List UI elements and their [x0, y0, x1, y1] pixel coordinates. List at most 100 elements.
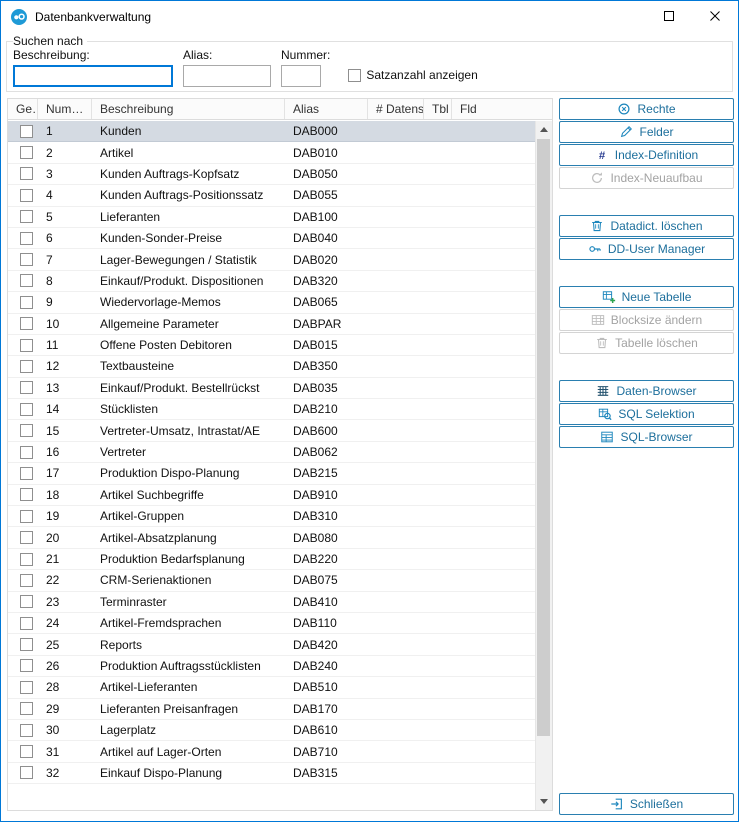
index-definition-icon: #: [595, 148, 609, 162]
table-row[interactable]: 17Produktion Dispo-PlanungDAB215: [8, 463, 535, 484]
vertical-scrollbar[interactable]: [535, 121, 552, 810]
scroll-down-button[interactable]: [536, 793, 552, 810]
column-header-nummer[interactable]: Num…: [38, 99, 92, 119]
row-checkbox[interactable]: [20, 574, 33, 587]
row-checkbox[interactable]: [20, 360, 33, 373]
table-row[interactable]: 1KundenDAB000: [8, 121, 535, 142]
column-header-datensaetze[interactable]: # Datensä…: [368, 99, 424, 119]
table-row[interactable]: 18Artikel SuchbegriffeDAB910: [8, 485, 535, 506]
dd-user-manager-button[interactable]: DD-User Manager: [559, 238, 734, 260]
row-checkbox[interactable]: [20, 403, 33, 416]
table-row[interactable]: 26Produktion AuftragsstücklistenDAB240: [8, 656, 535, 677]
row-checkbox[interactable]: [20, 339, 33, 352]
row-checkbox[interactable]: [20, 296, 33, 309]
row-checkbox[interactable]: [20, 681, 33, 694]
row-checkbox[interactable]: [20, 274, 33, 287]
table-cell: DAB062: [285, 442, 368, 462]
table-row[interactable]: 8Einkauf/Produkt. DispositionenDAB320: [8, 271, 535, 292]
row-checkbox[interactable]: [20, 638, 33, 651]
table-row[interactable]: 5LieferantenDAB100: [8, 207, 535, 228]
close-window-button[interactable]: [692, 1, 738, 32]
row-checkbox[interactable]: [20, 702, 33, 715]
row-checkbox[interactable]: [20, 446, 33, 459]
table-row[interactable]: 14StücklistenDAB210: [8, 399, 535, 420]
beschreibung-input[interactable]: [13, 65, 173, 87]
button-label: Felder: [639, 125, 673, 139]
alias-input[interactable]: [183, 65, 271, 87]
row-checkbox[interactable]: [20, 189, 33, 202]
table-row[interactable]: 23TerminrasterDAB410: [8, 592, 535, 613]
schliessen-button[interactable]: Schließen: [559, 793, 734, 815]
table-row[interactable]: 24Artikel-FremdsprachenDAB110: [8, 613, 535, 634]
column-header-fld[interactable]: Fld: [452, 99, 552, 119]
table-row[interactable]: 9Wiedervorlage-MemosDAB065: [8, 292, 535, 313]
row-checkbox[interactable]: [20, 253, 33, 266]
column-header-tbl[interactable]: Tbl: [424, 99, 452, 119]
row-checkbox[interactable]: [20, 467, 33, 480]
table-row[interactable]: 28Artikel-LieferantenDAB510: [8, 677, 535, 698]
row-checkbox[interactable]: [20, 167, 33, 180]
table-cell: [8, 164, 38, 184]
column-header-alias[interactable]: Alias: [285, 99, 368, 119]
table-row[interactable]: 10Allgemeine ParameterDABPAR: [8, 314, 535, 335]
table-row[interactable]: 12TextbausteineDAB350: [8, 356, 535, 377]
row-checkbox[interactable]: [20, 724, 33, 737]
column-header-beschreibung[interactable]: Beschreibung: [92, 99, 285, 119]
row-checkbox[interactable]: [20, 553, 33, 566]
scroll-up-button[interactable]: [536, 121, 552, 138]
datadict-loeschen-button[interactable]: Datadict. löschen: [559, 215, 734, 237]
table-row[interactable]: 16VertreterDAB062: [8, 442, 535, 463]
table-cell: 2: [38, 142, 92, 162]
nummer-input[interactable]: [281, 65, 321, 87]
felder-button[interactable]: Felder: [559, 121, 734, 143]
row-checkbox[interactable]: [20, 595, 33, 608]
row-checkbox[interactable]: [20, 317, 33, 330]
table-row[interactable]: 20Artikel-AbsatzplanungDAB080: [8, 527, 535, 548]
row-checkbox[interactable]: [20, 745, 33, 758]
table-row[interactable]: 31Artikel auf Lager-OrtenDAB710: [8, 741, 535, 762]
table-row[interactable]: 4Kunden Auftrags-PositionssatzDAB055: [8, 185, 535, 206]
row-checkbox[interactable]: [20, 531, 33, 544]
row-checkbox[interactable]: [20, 617, 33, 630]
table-row[interactable]: 30LagerplatzDAB610: [8, 720, 535, 741]
row-checkbox[interactable]: [20, 510, 33, 523]
sql-browser-button[interactable]: SQL-Browser: [559, 426, 734, 448]
satzanzahl-checkbox[interactable]: [348, 69, 361, 82]
table-row[interactable]: 13Einkauf/Produkt. BestellrückstDAB035: [8, 378, 535, 399]
table-row[interactable]: 19Artikel-GruppenDAB310: [8, 506, 535, 527]
row-checkbox[interactable]: [20, 424, 33, 437]
rechte-button[interactable]: Rechte: [559, 98, 734, 120]
table-cell: [368, 378, 424, 398]
table-row[interactable]: 2ArtikelDAB010: [8, 142, 535, 163]
nummer-label: Nummer:: [281, 48, 330, 62]
row-checkbox[interactable]: [20, 232, 33, 245]
table-row[interactable]: 21Produktion BedarfsplanungDAB220: [8, 549, 535, 570]
row-checkbox[interactable]: [20, 146, 33, 159]
table-row[interactable]: 32Einkauf Dispo-PlanungDAB315: [8, 763, 535, 784]
row-checkbox[interactable]: [20, 659, 33, 672]
neue-tabelle-button[interactable]: Neue Tabelle: [559, 286, 734, 308]
sql-selektion-button[interactable]: SQL Selektion: [559, 403, 734, 425]
column-header-gewaehlt[interactable]: Ge…: [8, 99, 38, 119]
maximize-button[interactable]: [646, 1, 692, 32]
table-row[interactable]: 29Lieferanten PreisanfragenDAB170: [8, 699, 535, 720]
row-checkbox[interactable]: [20, 381, 33, 394]
table-row[interactable]: 22CRM-SerienaktionenDAB075: [8, 570, 535, 591]
table-cell: 7: [38, 249, 92, 269]
table-cell: [424, 228, 452, 248]
table-row[interactable]: 7Lager-Bewegungen / StatistikDAB020: [8, 249, 535, 270]
table-row[interactable]: 15Vertreter-Umsatz, Intrastat/AEDAB600: [8, 420, 535, 441]
row-checkbox[interactable]: [20, 125, 33, 138]
row-checkbox[interactable]: [20, 488, 33, 501]
row-checkbox[interactable]: [20, 210, 33, 223]
row-checkbox[interactable]: [20, 766, 33, 779]
table-row[interactable]: 3Kunden Auftrags-KopfsatzDAB050: [8, 164, 535, 185]
table-row[interactable]: 11Offene Posten DebitorenDAB015: [8, 335, 535, 356]
daten-browser-button[interactable]: Daten-Browser: [559, 380, 734, 402]
table-row[interactable]: 6Kunden-Sonder-PreiseDAB040: [8, 228, 535, 249]
scrollbar-thumb[interactable]: [537, 139, 550, 736]
index-definition-button[interactable]: #Index-Definition: [559, 144, 734, 166]
table-cell: [452, 314, 535, 334]
table-row[interactable]: 25ReportsDAB420: [8, 634, 535, 655]
satzanzahl-checkbox-wrap[interactable]: Satzanzahl anzeigen: [348, 68, 477, 82]
